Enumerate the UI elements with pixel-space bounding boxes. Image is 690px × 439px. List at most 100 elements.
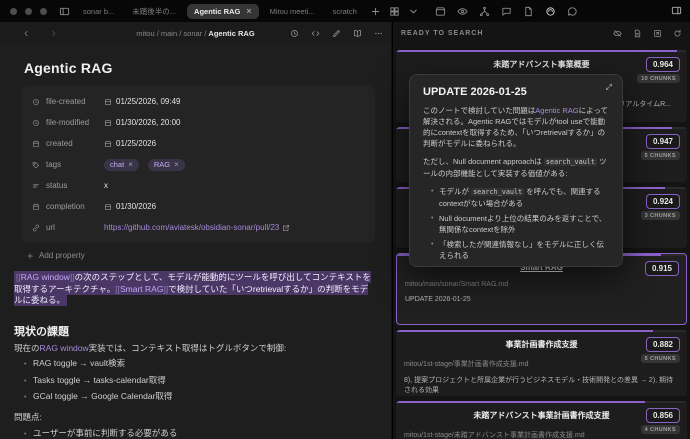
navigate-forward-icon[interactable] bbox=[49, 29, 58, 38]
tag-chip[interactable]: RAG × bbox=[147, 158, 185, 171]
wikilink-rag-window[interactable]: RAG window bbox=[21, 272, 70, 282]
score-bar bbox=[396, 330, 687, 332]
navigate-back-icon[interactable] bbox=[22, 29, 31, 38]
remove-tag-icon[interactable]: × bbox=[128, 160, 133, 169]
new-tab-icon[interactable] bbox=[368, 4, 383, 19]
property-value[interactable]: 01/30/2026 bbox=[116, 202, 156, 211]
chunks-badge: 10 CHUNKS bbox=[637, 74, 680, 83]
editor-header: mitou / main / sonar / Agentic RAG bbox=[0, 22, 391, 44]
property-row-file-created[interactable]: file-created 01/25/2026, 09:49 bbox=[32, 91, 365, 112]
result-title[interactable]: 未踏アドバンスト事業計画書作成支援 bbox=[396, 401, 687, 421]
expand-popup-icon[interactable] bbox=[605, 83, 613, 91]
tab-label: 未踏後半の... bbox=[132, 6, 177, 16]
tab-label: Mitou meeti... bbox=[269, 6, 315, 16]
right-sidebar-toggle-icon[interactable] bbox=[671, 5, 682, 16]
eye-icon[interactable] bbox=[457, 6, 468, 17]
property-row-created[interactable]: created 01/25/2026 bbox=[32, 133, 365, 154]
calendar-icon bbox=[33, 203, 39, 210]
result-title[interactable]: 未踏アドバンスト事業概要 bbox=[396, 50, 687, 70]
export-results-icon[interactable] bbox=[653, 29, 662, 38]
archive-box-icon[interactable] bbox=[435, 6, 446, 17]
file-icon[interactable] bbox=[523, 6, 534, 17]
clock-icon bbox=[33, 98, 39, 105]
property-value[interactable]: x bbox=[104, 181, 108, 190]
file-text-icon[interactable] bbox=[633, 29, 642, 38]
note-title: Agentic RAG bbox=[24, 60, 113, 76]
tab-scratch[interactable]: scratch bbox=[326, 4, 364, 19]
link-icon bbox=[32, 224, 40, 231]
edit-mode-icon[interactable] bbox=[332, 29, 341, 38]
reading-mode-icon[interactable] bbox=[353, 29, 362, 38]
close-tab-icon[interactable]: × bbox=[246, 6, 251, 16]
minimize-window-icon[interactable] bbox=[25, 7, 32, 15]
editor-pane: mitou / main / sonar / Agentic RAG Agent… bbox=[0, 22, 391, 439]
toggle-list: RAG toggle → vault検索 Tasks toggle → task… bbox=[14, 358, 377, 403]
property-row-file-modified[interactable]: file-modified 01/30/2026, 20:00 bbox=[32, 112, 365, 133]
score-bar bbox=[396, 401, 687, 403]
note-preview-popup[interactable]: UPDATE 2026-01-25 このノートで検討していた問題はAgentic… bbox=[409, 74, 623, 267]
comment-icon[interactable] bbox=[501, 6, 512, 17]
property-row-url[interactable]: url https://github.com/aviatesk/obsidian… bbox=[32, 217, 365, 238]
calendar-icon bbox=[105, 140, 111, 147]
current-impl-paragraph: 現在のRAG window実装では、コンテキスト取得はトグルボタンで制御: bbox=[14, 342, 287, 353]
search-result-card[interactable]: 事業計画書作成支援 0.882 5 CHUNKS mitou/1st-stage… bbox=[396, 330, 687, 396]
section-heading: 現状の課題 bbox=[14, 325, 69, 338]
tab-list-chevron-icon[interactable] bbox=[406, 4, 421, 19]
sonar-plugin-icon[interactable] bbox=[545, 6, 556, 17]
property-value[interactable]: 01/25/2026, 09:49 bbox=[116, 97, 181, 106]
property-row-status[interactable]: status x bbox=[32, 175, 365, 196]
more-options-icon[interactable] bbox=[374, 29, 383, 38]
add-property-button[interactable]: Add property bbox=[26, 251, 377, 260]
refresh-icon[interactable] bbox=[673, 29, 682, 38]
summary-paragraph: [[RAG window]]の次のステップとして、モデルが能動的にツールを呼び出… bbox=[14, 271, 375, 307]
eye-off-icon[interactable] bbox=[613, 29, 622, 38]
calendar-icon bbox=[105, 119, 111, 126]
score-bar bbox=[396, 50, 687, 52]
tag-chip[interactable]: chat × bbox=[104, 158, 139, 171]
tab-bar: sonar b... 未踏後半の... Agentic RAG × Mitou … bbox=[76, 3, 421, 20]
property-value[interactable]: 01/25/2026 bbox=[116, 139, 156, 148]
list-item: ユーザーが事前に判断する必要がある bbox=[24, 428, 377, 439]
source-mode-icon[interactable] bbox=[311, 29, 320, 38]
result-path: mitou/main/sonar/Smart RAG.md bbox=[405, 281, 509, 288]
property-key: created bbox=[46, 139, 73, 148]
link-agentic-rag[interactable]: Agentic RAG bbox=[535, 106, 578, 115]
popup-paragraph: このノートで検討していた問題はAgentic RAGによって解決される。Agen… bbox=[423, 106, 609, 148]
property-value[interactable]: 01/30/2026, 20:00 bbox=[116, 118, 181, 127]
property-row-tags[interactable]: tags chat × RAG × bbox=[32, 154, 365, 175]
problems-list: ユーザーが事前に判断する必要がある 有効なものは毎回全て取得 → ノイズが増える… bbox=[14, 428, 377, 439]
history-icon[interactable] bbox=[290, 29, 299, 38]
chat-bubble-icon[interactable] bbox=[567, 6, 578, 17]
tab-sonar-b[interactable]: sonar b... bbox=[76, 4, 121, 19]
inline-code: search_vault bbox=[543, 158, 597, 166]
remove-tag-icon[interactable]: × bbox=[174, 160, 179, 169]
tab-mitou-meeting[interactable]: Mitou meeti... bbox=[263, 4, 322, 19]
url-link[interactable]: https://github.com/aviatesk/obsidian-son… bbox=[104, 223, 290, 232]
tab-mitou-kouhan[interactable]: 未踏後半の... bbox=[125, 3, 183, 20]
property-key: tags bbox=[46, 160, 62, 169]
result-snippet: 8), 提案プロジェクトと所属企業が行うビジネスモデル・技術開発との差異 → 2… bbox=[404, 377, 674, 394]
wikilink-smart-rag[interactable]: Smart RAG bbox=[120, 284, 163, 294]
property-key: completion bbox=[46, 202, 85, 211]
left-sidebar-toggle-icon[interactable] bbox=[57, 4, 72, 19]
right-sidebar-tab-icons bbox=[435, 6, 578, 17]
search-result-card[interactable]: 未踏アドバンスト事業計画書作成支援 0.856 4 CHUNKS mitou/1… bbox=[396, 401, 687, 439]
score-badge: 0.924 bbox=[645, 194, 680, 209]
score-badge: 0.856 bbox=[645, 408, 680, 423]
property-row-completion[interactable]: completion 01/30/2026 bbox=[32, 196, 365, 217]
window-controls[interactable] bbox=[10, 7, 47, 15]
plus-icon bbox=[27, 252, 33, 259]
zoom-window-icon[interactable] bbox=[40, 7, 47, 15]
score-badge: 0.947 bbox=[645, 134, 680, 149]
result-title[interactable]: 事業計画書作成支援 bbox=[396, 330, 687, 350]
list-item: Null documentより上位の結果のみを返すことで、無関係なcontext… bbox=[431, 213, 609, 235]
stacked-tabs-icon[interactable] bbox=[387, 4, 402, 19]
property-key: url bbox=[46, 223, 55, 232]
graph-icon[interactable] bbox=[479, 6, 490, 17]
tab-agentic-rag[interactable]: Agentic RAG × bbox=[187, 3, 259, 19]
problems-label: 問題点: bbox=[14, 412, 42, 422]
note-content[interactable]: Agentic RAG file-created 01/25/2026, 09:… bbox=[0, 44, 391, 439]
close-window-icon[interactable] bbox=[10, 7, 17, 15]
link-rag-window[interactable]: RAG window bbox=[40, 343, 89, 353]
calendar-icon bbox=[33, 140, 39, 147]
